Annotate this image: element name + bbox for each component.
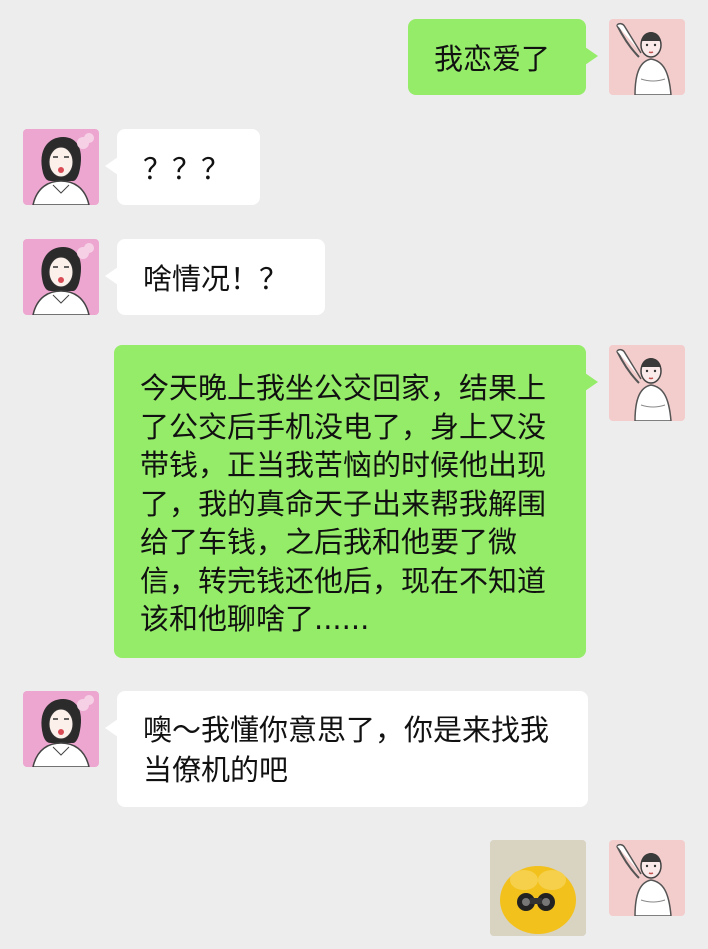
message-bubble-self[interactable]: 今天晚上我坐公交回家，结果上了公交后手机没电了，身上又没带钱，正当我苦恼的时候他… [114, 345, 598, 658]
woman-arm-raised-avatar-icon [609, 19, 685, 95]
friend-avatar[interactable] [23, 239, 99, 315]
friend-avatar[interactable] [23, 691, 99, 767]
message-bubble-friend[interactable]: 噢～我懂你意思了，你是来找我当僚机的吧 [105, 691, 588, 807]
woman-pink-background-avatar-icon [23, 691, 99, 767]
duck-with-binoculars-sticker-icon [490, 840, 586, 936]
woman-pink-background-avatar-icon [23, 129, 99, 205]
friend-avatar[interactable] [23, 129, 99, 205]
self-avatar[interactable] [609, 840, 685, 916]
self-avatar[interactable] [609, 345, 685, 421]
woman-pink-background-avatar-icon [23, 239, 99, 315]
woman-arm-raised-avatar-icon [609, 345, 685, 421]
message-bubble-self[interactable]: 我恋爱了 [408, 19, 598, 95]
woman-arm-raised-avatar-icon [609, 840, 685, 916]
sticker-message[interactable] [490, 840, 586, 936]
message-bubble-friend[interactable]: ？？？ [105, 129, 260, 205]
message-bubble-friend[interactable]: 啥情况！？ [105, 239, 325, 315]
self-avatar[interactable] [609, 19, 685, 95]
